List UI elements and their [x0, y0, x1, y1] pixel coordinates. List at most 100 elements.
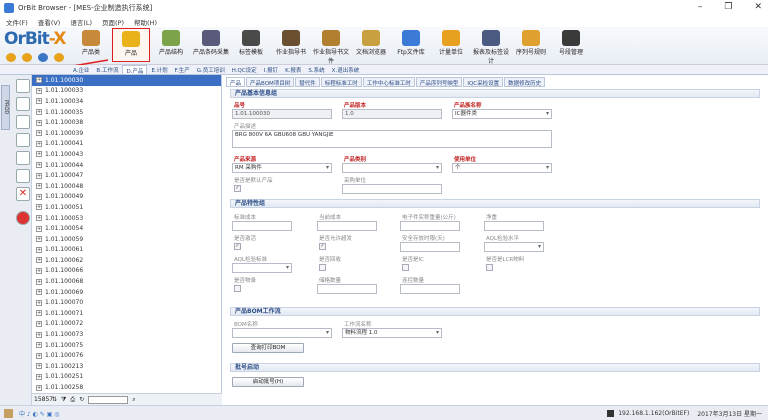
tree-node[interactable]: +1.01.100076 — [32, 350, 221, 361]
tree-node[interactable]: +1.01.100066 — [32, 266, 221, 277]
menu-help[interactable]: 帮助(H) — [134, 17, 157, 27]
expand-icon[interactable]: + — [36, 246, 42, 253]
expand-icon[interactable]: + — [36, 363, 42, 370]
type-select[interactable] — [342, 163, 442, 173]
prod-vertical-tab[interactable]: PROD — [1, 85, 10, 130]
tree-node[interactable]: +1.01.100048 — [32, 181, 221, 192]
overissue-checkbox[interactable]: ✓ — [319, 243, 326, 250]
tree-node[interactable]: +1.01.100038 — [32, 117, 221, 128]
module-tab-6[interactable]: H.QC设定 — [229, 65, 260, 74]
tree-node[interactable]: +1.01.100251 — [32, 372, 221, 383]
expand-icon[interactable]: + — [36, 130, 42, 137]
toolbar-button-9[interactable]: 计量单位 — [432, 28, 470, 62]
tree-node[interactable]: +1.01.100030 — [32, 75, 221, 86]
detail-tab-5[interactable]: 产品序列号映型 — [415, 77, 463, 87]
tree-node[interactable]: +1.01.100073 — [32, 329, 221, 340]
toolbar-button-1[interactable]: 产品 — [112, 28, 150, 62]
tree-node[interactable]: +1.01.100051 — [32, 202, 221, 213]
expand-icon[interactable]: + — [36, 77, 42, 84]
product-icon[interactable] — [16, 97, 30, 111]
expand-icon[interactable]: + — [36, 215, 42, 222]
code-field[interactable]: 1.01.100030 — [232, 109, 332, 119]
tree-search-input[interactable] — [88, 395, 129, 404]
tree-node[interactable]: +1.01.100069 — [32, 287, 221, 298]
toolbar-button-5[interactable]: 作业指导书 — [272, 28, 310, 62]
delete-icon[interactable]: ✕ — [16, 187, 30, 201]
detail-tab-4[interactable]: 工作中心标准工时 — [362, 77, 415, 87]
expand-icon[interactable]: + — [36, 204, 42, 211]
desc-field[interactable]: BRG 800V 6A GBU608 GBU YANGJIE — [232, 130, 552, 148]
source-select[interactable]: RM 采购件 — [232, 163, 332, 173]
tree-node[interactable]: +1.01.100041 — [32, 139, 221, 150]
expand-icon[interactable]: + — [36, 225, 42, 232]
tree-node[interactable]: +1.01.100035 — [32, 107, 221, 118]
unit-select[interactable]: 个 — [452, 163, 552, 173]
expand-icon[interactable]: + — [36, 119, 42, 126]
version-field[interactable]: 1.0 — [342, 109, 442, 119]
active-checkbox[interactable]: ✓ — [234, 243, 241, 250]
stop-icon[interactable] — [16, 211, 30, 225]
workflow-select[interactable]: 物料流程 1.0 — [342, 328, 442, 338]
search-icon[interactable]: ⌕ — [132, 396, 135, 404]
start-icon[interactable] — [4, 408, 13, 418]
detail-tab-2[interactable]: 替代件 — [295, 77, 320, 87]
weight-field[interactable] — [400, 221, 460, 231]
cont-qty-field[interactable] — [400, 284, 460, 294]
expand-icon[interactable]: + — [36, 278, 42, 285]
detail-tab-1[interactable]: 产品BOM项目树 — [246, 77, 295, 87]
tree-node[interactable]: +1.01.100062 — [32, 255, 221, 266]
expand-icon[interactable]: + — [36, 98, 42, 105]
expand-icon[interactable]: + — [36, 267, 42, 274]
filter-icon[interactable]: ⧩ — [61, 396, 66, 404]
expand-icon[interactable]: + — [36, 193, 42, 200]
expand-icon[interactable]: + — [36, 236, 42, 243]
expand-icon[interactable]: + — [36, 331, 42, 338]
expand-icon[interactable]: + — [36, 384, 42, 391]
recycle-checkbox[interactable] — [319, 264, 326, 271]
toolbar-button-10[interactable]: 报表及标签设计 — [472, 28, 510, 65]
tree-node[interactable]: +1.01.100072 — [32, 319, 221, 330]
tree-node[interactable]: +1.01.100068 — [32, 276, 221, 287]
start-batch-button[interactable]: 启动批号(H) — [232, 377, 304, 387]
toolbar-button-3[interactable]: 产品条码采集 — [192, 28, 230, 62]
expand-icon[interactable]: + — [36, 320, 42, 327]
link-icon[interactable] — [16, 169, 30, 183]
print-bom-button[interactable]: 查询打印BOM — [232, 343, 304, 353]
family-select[interactable]: IC器件类 — [452, 109, 552, 119]
maximize-button[interactable]: ❐ — [724, 2, 732, 12]
lcr-checkbox[interactable] — [486, 264, 493, 271]
expand-icon[interactable]: + — [36, 310, 42, 317]
toolbar-button-11[interactable]: 序列号规则 — [512, 28, 550, 62]
expand-icon[interactable]: + — [36, 162, 42, 169]
tree-node[interactable]: +1.01.100071 — [32, 308, 221, 319]
module-tab-4[interactable]: F.生产 — [172, 65, 193, 74]
taskbar-icons[interactable]: 中 ♪ ◐ ✎ ▣ ◎ — [19, 409, 60, 418]
expand-icon[interactable]: + — [36, 257, 42, 264]
minimize-button[interactable]: – — [698, 2, 703, 12]
expand-icon[interactable]: + — [36, 299, 42, 306]
close-button[interactable]: ✕ — [754, 2, 762, 12]
module-tab-1[interactable]: B.工作流 — [93, 65, 121, 74]
sort-icon[interactable]: ⇅ — [52, 396, 57, 403]
module-tab-10[interactable]: X.退出系统 — [329, 65, 363, 74]
expand-icon[interactable]: + — [36, 289, 42, 296]
toolbar-button-8[interactable]: Ftp文件库 — [392, 28, 430, 62]
aql-std-select[interactable] — [232, 263, 292, 273]
menu-page[interactable]: 页面(P) — [102, 17, 124, 27]
net-field[interactable] — [484, 221, 544, 231]
tree-node[interactable]: +1.01.100059 — [32, 234, 221, 245]
expand-icon[interactable]: + — [36, 172, 42, 179]
buy-unit-field[interactable] — [342, 184, 442, 194]
tree-node[interactable]: +1.01.100039 — [32, 128, 221, 139]
safe-days-field[interactable] — [400, 242, 460, 252]
tree-node[interactable]: +1.01.100054 — [32, 223, 221, 234]
tree-node[interactable]: +1.01.100258 — [32, 382, 221, 393]
pack-checkbox[interactable] — [234, 285, 241, 292]
detail-tab-7[interactable]: 数据修改历史 — [504, 77, 546, 87]
expand-icon[interactable]: + — [36, 109, 42, 116]
toolbar-button-12[interactable]: 号段管理 — [552, 28, 590, 62]
module-tab-7[interactable]: I.报钉 — [261, 65, 281, 74]
expand-icon[interactable]: + — [36, 183, 42, 190]
detail-tab-6[interactable]: IQC采检设置 — [463, 77, 504, 87]
cur-cost-field[interactable] — [317, 221, 377, 231]
